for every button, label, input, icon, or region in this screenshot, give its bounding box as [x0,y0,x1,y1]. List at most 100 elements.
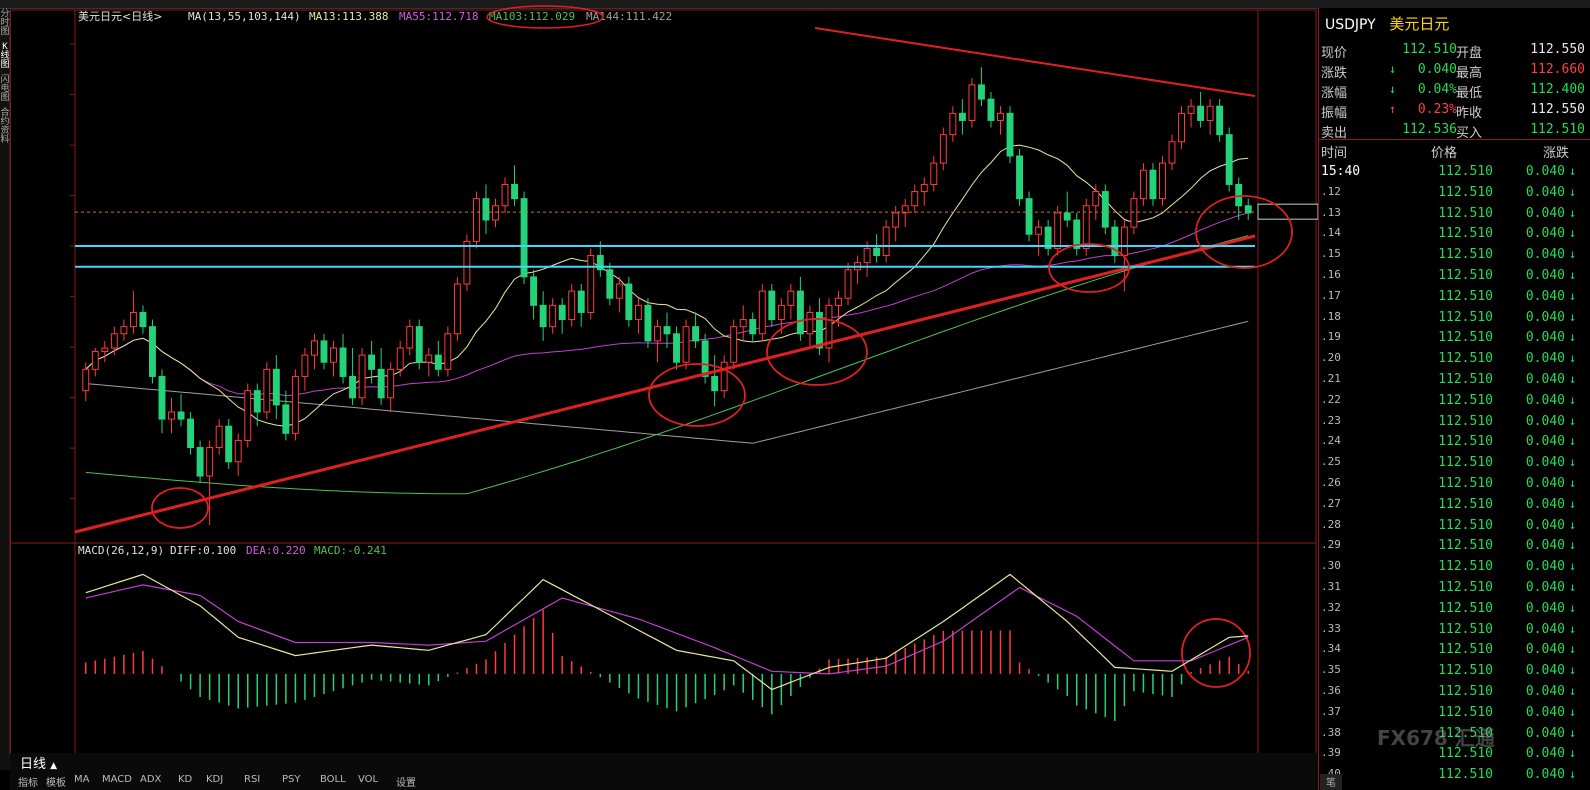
quote-value: 112.660 [1530,62,1585,77]
quote-value: 0.04% [1417,82,1457,97]
up-arrow-icon: ↑ [1389,102,1397,116]
quote-label: 振幅 [1321,106,1348,121]
candle-down [1025,198,1033,235]
candle-up [835,297,842,306]
candle-down [149,326,156,377]
tick-price: 112.510 [1438,205,1493,221]
candle-up [892,212,900,228]
quote-symbol: USDJPY [1325,17,1376,33]
bottom-tab[interactable]: KDJ [206,774,223,785]
tick-price: 112.510 [1438,434,1493,450]
candle-up [291,375,299,434]
candle-down [225,425,233,463]
quote-row: 涨幅 0.04% 最低 112.400 ↓ [1319,80,1590,101]
candle-up [425,354,433,363]
tick-time: .24 [1321,434,1341,448]
candle-up [120,326,128,335]
candle-up [1159,162,1166,200]
candle-up [949,112,957,136]
bottom-tab[interactable]: MA [74,774,89,785]
tick-change: 0.040 [1525,247,1565,263]
down-arrow-icon: ↓ [1389,62,1397,76]
bottom-tab[interactable]: ADX [140,774,161,785]
tick-row: 15:40 112.510 0.040 ↓ [1319,162,1590,182]
tick-price: 112.510 [1438,392,1493,408]
watermark-logo: FX678 汇通 [1377,726,1495,750]
quote-header: USDJPY 美元日元 [1325,13,1449,34]
bottom-tab[interactable]: 模板 [46,774,66,789]
candle-up [1168,141,1176,164]
candle-up [568,290,576,321]
candle-down [511,183,518,200]
down-arrow-icon: ↓ [1569,247,1577,262]
bottom-bar: 日线 ▲ 指标 模板 MA MACD ADX KD KDJ RSI PSY BOLL VOL 设置 [10,753,1318,790]
bottom-tab[interactable]: MACD [102,774,132,785]
bottom-tab[interactable]: 指标 [18,774,38,789]
tick-change: 0.040 [1525,746,1565,762]
bottom-tab[interactable]: 设置 [396,774,416,789]
quote-value: 112.510 [1530,122,1585,137]
tick-change: 0.040 [1525,434,1565,450]
down-arrow-icon: ↓ [1569,684,1577,698]
period-selector[interactable]: 日线 ▲ [20,753,57,772]
tick-change: 0.040 [1525,704,1565,720]
tick-time: .38 [1321,725,1341,739]
candle-down [177,411,185,420]
candle-up [920,183,928,193]
candle-up [453,283,461,335]
candle-down [958,112,966,121]
tick-price: 112.510 [1438,226,1493,242]
tick-change: 0.040 [1525,559,1565,575]
candle-down [1006,112,1014,157]
ma-params: MA(13,55,103,144) [188,10,301,23]
tick-row: .28 112.510 0.040 ↓ [1319,516,1590,536]
candle-down [530,276,538,306]
bottom-tab[interactable]: PSY [282,774,301,785]
tick-change: 0.040 [1525,725,1565,741]
tick-row: .30 112.510 0.040 ↓ [1319,557,1590,577]
tick-row: .25 112.510 0.040 ↓ [1319,453,1590,473]
bottom-tab[interactable]: RSI [244,774,260,785]
bottom-tab[interactable]: KD [178,774,192,785]
bottom-tab[interactable]: BOLL [320,774,346,785]
bottom-tab[interactable]: VOL [358,774,378,785]
quote-row: 现价 112.510 开盘 112.550 [1319,40,1590,61]
candle-down [692,326,700,342]
tick-change: 0.040 [1525,538,1565,554]
tick-price: 112.510 [1438,621,1493,637]
down-arrow-icon: ↓ [1569,372,1577,386]
tick-time: .21 [1321,372,1341,385]
candle-up [882,226,890,257]
tick-change: 0.040 [1525,476,1565,491]
tick-row: .22 112.510 0.040 ↓ [1319,391,1590,411]
tick-row: .24 112.510 0.040 ↓ [1319,432,1590,452]
tick-header-cell: 时间 [1321,146,1348,161]
panel-footer-tab[interactable]: 笔 [1320,774,1342,790]
candle-up [1130,198,1138,228]
quote-label: 最低 [1456,86,1483,101]
candle-up [301,354,309,377]
candle-down [1101,191,1109,228]
candle-up [549,304,557,328]
tick-change: 0.040 [1525,496,1565,512]
candle-up [215,425,223,449]
candle-up [129,311,137,328]
tick-time: 15:40 [1321,164,1361,179]
macd-diff-label: DIFF:0.100 [170,544,236,557]
tick-price: 112.510 [1438,684,1493,699]
down-arrow-icon: ↓ [1569,621,1577,636]
ma55-label: MA55:112.718 [399,10,478,23]
candle-down [377,368,385,399]
candle-down [320,340,328,363]
tick-header-cell: 价格 [1431,146,1458,161]
tick-price: 112.510 [1438,247,1493,263]
tick-price: 112.510 [1438,184,1493,200]
down-arrow-icon: ↓ [1569,392,1577,407]
tick-price: 112.510 [1438,559,1493,575]
candle-up [472,198,480,242]
quote-label: 昨收 [1456,106,1483,121]
candle-up [997,112,1004,121]
candle-down [606,269,614,299]
candle-down [339,347,347,377]
chart-area[interactable]: 美元日元<日线> MA(13,55,103,144) MA13:113.388 … [0,0,1318,755]
